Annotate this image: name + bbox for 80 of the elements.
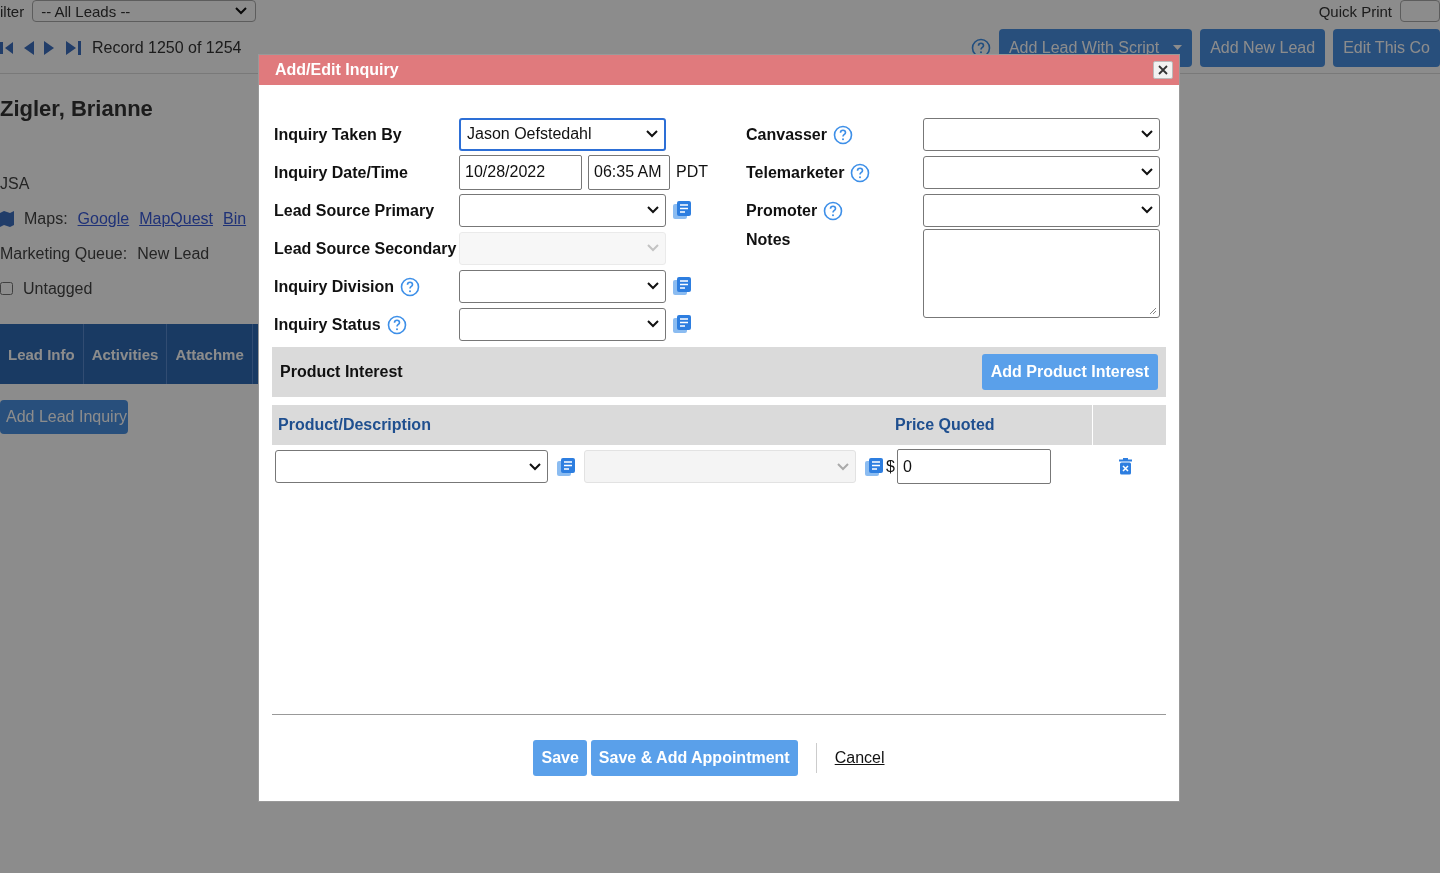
column-header: Price Quoted <box>894 416 996 434</box>
delete-icon[interactable] <box>1118 458 1132 475</box>
chevron-down-icon <box>235 7 248 15</box>
list-icon[interactable] <box>672 276 692 296</box>
select-field[interactable] <box>459 269 666 303</box>
tag-label: Untagged <box>23 279 93 298</box>
field-label: Notes <box>746 231 791 249</box>
chevron-down-icon <box>646 130 658 138</box>
chevron-down-icon <box>837 462 849 471</box>
field-label: Canvasser <box>746 126 827 144</box>
product-select[interactable] <box>275 450 548 483</box>
record-counter: Record 1250 of 1254 <box>92 38 242 57</box>
add-product-interest-button[interactable]: Add Product Interest <box>981 354 1158 390</box>
select-field[interactable]: Jason Oefstedahl <box>459 117 666 151</box>
close-icon <box>1158 65 1168 75</box>
time-field[interactable]: 06:35 AM <box>588 154 670 190</box>
filter-select[interactable]: -- All Leads -- <box>32 0 257 22</box>
field-label: Inquiry Status <box>274 316 381 334</box>
queue-value: New Lead <box>137 244 210 263</box>
close-button[interactable] <box>1153 61 1173 79</box>
price-field[interactable]: 0 <box>896 449 1051 484</box>
select-field[interactable] <box>923 155 1160 189</box>
list-icon[interactable] <box>672 314 692 334</box>
chevron-down-icon <box>1141 168 1153 176</box>
tab[interactable]: Attachme <box>167 324 253 384</box>
caret-icon <box>1173 45 1183 50</box>
field-label: Lead Source Primary <box>274 202 435 220</box>
field-label: Promoter <box>746 202 818 220</box>
map-link[interactable]: Google <box>77 209 130 228</box>
field-label: Lead Source Secondary <box>274 240 457 258</box>
toolbar-button[interactable]: Edit This Co <box>1333 28 1440 67</box>
list-icon[interactable] <box>672 200 692 220</box>
filter-label: ilter <box>0 2 25 20</box>
field-label: Inquiry Date/Time <box>274 164 408 182</box>
chevron-down-icon <box>529 462 541 471</box>
currency-symbol: $ <box>886 457 895 476</box>
column-header: Product/Description <box>277 416 432 434</box>
select-field[interactable] <box>923 193 1160 227</box>
cancel-link[interactable]: Cancel <box>834 749 885 767</box>
date-field[interactable]: 10/28/2022 <box>459 154 582 190</box>
field-label: Inquiry Taken By <box>274 126 402 144</box>
chevron-down-icon <box>647 282 659 290</box>
queue-label: Marketing Queue: <box>0 244 128 263</box>
list-icon[interactable] <box>556 456 576 477</box>
help-icon[interactable] <box>832 125 853 145</box>
tab[interactable]: Activities <box>83 324 168 384</box>
help-icon[interactable] <box>823 201 844 221</box>
tab[interactable]: Lead Info <box>0 324 84 384</box>
chevron-down-icon <box>647 206 659 214</box>
list-icon[interactable] <box>864 456 884 477</box>
chevron-down-icon <box>647 320 659 328</box>
record-navigation-icons[interactable] <box>0 39 84 56</box>
timezone-label: PDT <box>676 163 708 181</box>
chevron-down-icon <box>647 244 659 252</box>
toolbar-button[interactable]: Add New Lead <box>1200 28 1326 67</box>
map-link[interactable]: MapQuest <box>139 209 213 228</box>
add-inquiry-button[interactable]: Add Lead Inquiry <box>0 400 128 434</box>
help-icon[interactable] <box>400 277 420 297</box>
maps-label: Maps: <box>24 209 68 228</box>
select-field[interactable] <box>459 307 666 341</box>
quick-print-label: Quick Print <box>1318 2 1392 20</box>
country-text: JSA <box>0 174 30 193</box>
chevron-down-icon <box>1141 206 1153 214</box>
field-label: Inquiry Division <box>274 278 394 296</box>
field-label: Telemarketer <box>746 164 845 182</box>
resize-handle-icon[interactable] <box>1149 307 1157 315</box>
dialog-title: Add/Edit Inquiry <box>275 61 399 79</box>
notes-field[interactable] <box>923 229 1160 318</box>
map-icon <box>0 210 14 227</box>
chevron-down-icon <box>1141 130 1153 138</box>
section-title: Product Interest <box>280 363 403 381</box>
help-icon[interactable] <box>850 163 871 183</box>
dialog-button[interactable]: Save <box>533 740 587 776</box>
dialog-button[interactable]: Save & Add Appointment <box>590 740 798 776</box>
lead-name: Zigler, Brianne <box>0 96 153 122</box>
tag-checkbox[interactable] <box>0 282 13 295</box>
select-field[interactable] <box>459 193 666 227</box>
help-icon[interactable] <box>386 315 407 335</box>
select-field[interactable] <box>923 117 1160 151</box>
map-link[interactable]: Bin <box>223 209 247 228</box>
